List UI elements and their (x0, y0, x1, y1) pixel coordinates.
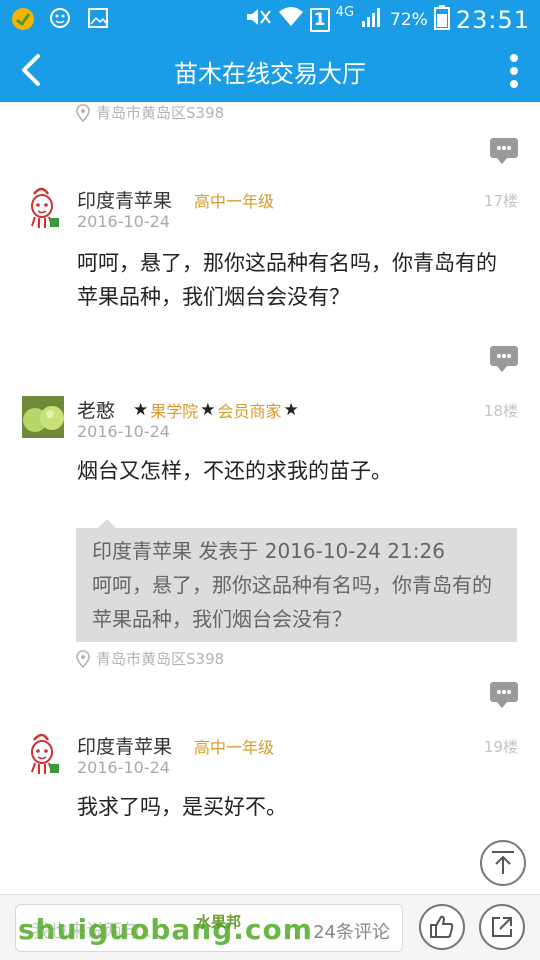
quoted-post: 印度青苹果 发表于 2016-10-24 21:26 呵呵，悬了，那你这品种有名… (76, 519, 517, 642)
reply-bubble-icon[interactable] (490, 138, 518, 164)
post-date: 2016-10-24 (77, 758, 170, 777)
quote-header: 印度青苹果 发表于 2016-10-24 21:26 (92, 539, 445, 563)
username[interactable]: 印度青苹果 (77, 732, 172, 759)
post-floor-18: 老憨 ★ 果学院 ★ 会员商家 ★ 18楼 2016-10-24 烟台又怎样，不… (0, 396, 540, 696)
location-text: 青岛市黄岛区S398 (96, 104, 225, 122)
watermark-domain: shuiguobang.com (18, 913, 313, 946)
arrow-up-icon (492, 851, 514, 874)
star-icon: ★ (283, 400, 299, 420)
location-pin-icon (76, 649, 90, 668)
watermark-brand: 水果邦 (196, 913, 242, 931)
post-location: 青岛市黄岛区S398 (76, 102, 224, 123)
signal-icon (360, 5, 384, 34)
post-body: 呵呵，悬了，那你这品种有名吗，你青岛有的苹果品种，我们烟台会没有？ (77, 251, 497, 309)
post-location: 青岛市黄岛区S398 (76, 648, 224, 669)
username[interactable]: 老憨 (77, 396, 115, 423)
network-type-label: 4G (335, 5, 355, 20)
notification-icons (10, 6, 110, 30)
sim-card-icon: 1 (309, 7, 330, 32)
share-button[interactable] (479, 904, 525, 950)
avatar[interactable] (22, 732, 64, 774)
username[interactable]: 印度青苹果 (77, 186, 172, 213)
clock: 23:51 (455, 5, 530, 34)
reply-bubble-icon[interactable] (490, 682, 518, 708)
avatar[interactable] (22, 396, 64, 438)
battery-percent: 72% (390, 9, 428, 30)
mute-icon (244, 5, 272, 34)
battery-icon (433, 4, 450, 35)
floor-number: 19楼 (483, 738, 518, 756)
more-options-button[interactable] (506, 52, 522, 90)
quote-body: 呵呵，悬了，那你这品种有名吗，你青岛有的苹果品种，我们烟台会没有？ (92, 573, 492, 631)
star-icon: ★ (200, 400, 216, 420)
page-title: 苗木在线交易大厅 (174, 60, 366, 88)
like-button[interactable] (419, 904, 465, 950)
app-notification-icon (10, 6, 34, 30)
apple-photo-avatar-icon (22, 396, 64, 438)
comment-count[interactable]: 24条评论 (313, 918, 390, 944)
wifi-icon (278, 5, 304, 34)
more-dot-icon (510, 67, 518, 75)
floor-number: 18楼 (483, 402, 518, 420)
badge-label: 会员商家 (217, 402, 282, 421)
post-floor-17: 印度青苹果 高中一年级 17楼 2016-10-24 呵呵，悬了，那你这品种有名… (0, 186, 540, 316)
post-body: 烟台又怎样，不还的求我的苗子。 (77, 459, 392, 483)
share-icon (492, 917, 512, 937)
more-dot-icon (510, 80, 518, 88)
user-level: 高中一年级 (194, 738, 275, 757)
thread-content[interactable]: 青岛市黄岛区S398 印度青苹果 高中一年级 17楼 2016-10-24 呵呵… (0, 102, 540, 894)
system-indicators: 1 4G 72% 23:51 (244, 4, 530, 35)
badge-label: 果学院 (150, 402, 199, 421)
face-notification-icon (48, 6, 72, 30)
app-header: 苗木在线交易大厅 (0, 38, 540, 102)
user-badges: ★ 果学院 ★ 会员商家 ★ (133, 398, 299, 422)
scroll-to-top-button[interactable] (480, 840, 526, 886)
location-text: 青岛市黄岛区S398 (96, 650, 225, 668)
post-floor-19: 印度青苹果 高中一年级 19楼 2016-10-24 我求了吗，是买好不。 (0, 732, 540, 852)
avatar[interactable] (22, 186, 64, 228)
star-icon: ★ (133, 400, 149, 420)
image-notification-icon (86, 6, 110, 30)
floor-number: 17楼 (483, 192, 518, 210)
post-date: 2016-10-24 (77, 422, 170, 441)
post-body: 我求了吗，是买好不。 (77, 795, 287, 819)
location-pin-icon (76, 103, 90, 122)
thumbs-up-icon (430, 915, 454, 938)
cartoon-avatar-icon (31, 187, 59, 228)
user-level: 高中一年级 (194, 192, 275, 211)
post-date: 2016-10-24 (77, 212, 170, 231)
status-bar: 1 4G 72% 23:51 (0, 0, 540, 38)
cartoon-avatar-icon (31, 733, 59, 774)
reply-bubble-icon[interactable] (490, 346, 518, 372)
bottom-bar: 我也来说两句... 24条评论 shuiguobang.com 水果邦 (0, 894, 540, 960)
more-dot-icon (510, 54, 518, 62)
